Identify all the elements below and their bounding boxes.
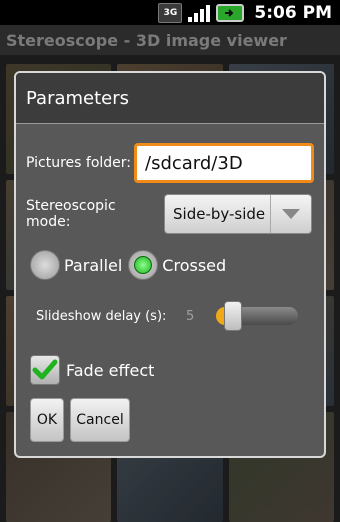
pictures-folder-input[interactable]: /sdcard/3D <box>134 143 314 183</box>
slider-thumb[interactable] <box>224 301 242 331</box>
battery-charge-icon <box>225 8 234 17</box>
ok-button[interactable]: OK <box>30 398 64 442</box>
parameters-dialog: Parameters Pictures folder: /sdcard/3D S… <box>14 71 326 458</box>
network-3g-icon: 3G <box>158 2 183 23</box>
stereoscopic-mode-dropdown[interactable]: Side-by-side <box>164 194 312 234</box>
slideshow-delay-label: Slideshow delay (s): <box>36 308 167 324</box>
crossed-radio-label[interactable]: Crossed <box>162 256 226 275</box>
checkmark-icon <box>32 359 58 380</box>
stereoscopic-mode-row: Stereoscopic mode: Side-by-side <box>26 194 312 234</box>
fade-effect-label[interactable]: Fade effect <box>66 361 154 380</box>
dialog-header: Parameters <box>16 73 324 124</box>
app-title-bar: Stereoscope - 3D image viewer <box>0 25 340 55</box>
pictures-folder-row: Pictures folder: /sdcard/3D <box>26 143 314 183</box>
parallel-radio[interactable] <box>30 250 60 280</box>
slideshow-delay-slider[interactable] <box>216 301 298 331</box>
stereoscopic-mode-value: Side-by-side <box>173 205 266 223</box>
chevron-down-icon <box>270 195 311 233</box>
view-mode-radio-group: Parallel Crossed <box>30 250 226 280</box>
dialog-buttons: OK Cancel <box>30 398 130 442</box>
pictures-folder-label: Pictures folder: <box>26 155 131 171</box>
fade-effect-checkbox[interactable] <box>30 355 60 385</box>
status-bar: 3G 5:06 PM <box>0 0 340 25</box>
signal-strength-icon <box>188 4 211 22</box>
stereoscopic-mode-label: Stereoscopic mode: <box>26 198 116 230</box>
crossed-radio[interactable] <box>128 250 159 280</box>
fade-effect-row: Fade effect <box>30 355 154 385</box>
clock: 5:06 PM <box>254 2 332 23</box>
dialog-title: Parameters <box>26 87 130 109</box>
app-title: Stereoscope - 3D image viewer <box>6 30 287 50</box>
battery-icon <box>216 3 245 22</box>
slideshow-delay-value: 5 <box>186 308 195 324</box>
cancel-button[interactable]: Cancel <box>70 398 130 442</box>
slideshow-delay-row: Slideshow delay (s): 5 <box>36 301 298 331</box>
parallel-radio-label[interactable]: Parallel <box>64 256 122 275</box>
